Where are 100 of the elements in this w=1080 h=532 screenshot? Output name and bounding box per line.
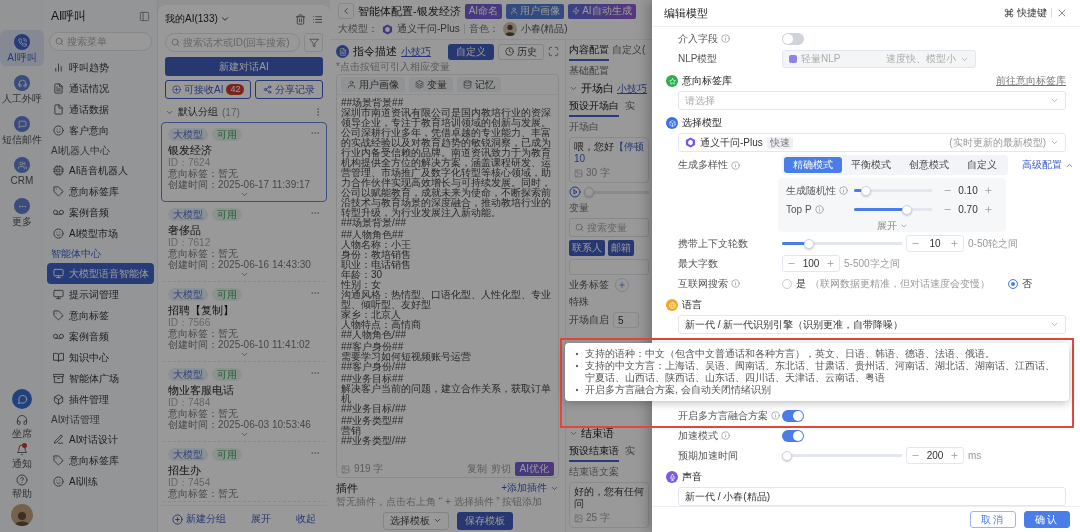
chevron-down-icon[interactable] (239, 270, 249, 279)
plus-button[interactable] (826, 259, 835, 268)
closing-tab[interactable]: 实 (625, 444, 635, 462)
menu-item[interactable]: 通话数据 (47, 99, 154, 120)
closing-text-field[interactable]: 好的，您有任何问 25 字 (569, 482, 649, 528)
menu-item[interactable]: AI对话设计 (47, 429, 154, 450)
menu-item[interactable]: 案例音频 (47, 326, 154, 347)
add-tag-button[interactable] (615, 278, 629, 292)
add-plugin-button[interactable]: +添加插件 (501, 481, 559, 495)
tip-link[interactable]: 小技巧 (401, 44, 431, 59)
slider-thumb[interactable] (804, 238, 814, 249)
share-record-button[interactable]: 分享记录 (255, 80, 323, 99)
variable-chip[interactable]: 联系人 (569, 240, 605, 256)
mode-option[interactable]: 精确模式 (784, 157, 842, 173)
slider-thumb[interactable] (782, 450, 792, 461)
play-icon[interactable] (569, 186, 581, 198)
menu-item[interactable]: 通话情况 (47, 78, 154, 99)
prompt-editor[interactable] (336, 74, 559, 478)
trash-icon[interactable] (295, 13, 306, 25)
back-button[interactable] (338, 3, 354, 19)
context-stepper[interactable]: 10 (906, 235, 964, 252)
mode-option[interactable]: 平衡模式 (842, 157, 900, 173)
opening-text-field[interactable]: 喂，您好【停顿10 30 字 (569, 137, 649, 183)
avatar-icon[interactable] (11, 504, 33, 526)
speedup-stepper[interactable]: 200 (906, 447, 964, 464)
rail-item[interactable]: 人工外呼 (0, 71, 44, 107)
menu-item[interactable]: 知识中心 (47, 347, 154, 368)
header-tag-button[interactable]: AI自动生成 (568, 3, 636, 19)
toggle-switch[interactable] (782, 409, 804, 422)
param-stepper[interactable]: 0.10 (938, 182, 998, 199)
closing-tab[interactable]: 预设结束语 (569, 444, 619, 462)
expand-button[interactable]: 展开 (876, 220, 908, 231)
menu-item[interactable]: 意向标签库 (47, 181, 154, 202)
header-tag-button[interactable]: AI命名 (464, 3, 503, 19)
insert-button[interactable]: 用户画像 (341, 77, 405, 92)
template-select[interactable]: 选择模板 (382, 511, 449, 530)
save-template-button[interactable]: 保存模板 (456, 511, 513, 530)
tip-link[interactable]: 小技巧 (617, 81, 647, 96)
insert-button[interactable]: 变量 (409, 77, 453, 92)
insert-button[interactable]: 记忆 (457, 77, 501, 92)
chevron-down-icon[interactable] (569, 84, 578, 93)
menu-item[interactable]: 插件管理 (47, 389, 154, 410)
history-button[interactable]: 历史 (498, 43, 544, 60)
config-tab[interactable]: 自定义( (612, 43, 646, 61)
plus-button[interactable] (950, 451, 959, 460)
menu-item[interactable]: 大模型语音智能体 (47, 263, 154, 284)
sidebar-icon[interactable] (139, 10, 150, 22)
menu-item[interactable]: 意向标签 (47, 305, 154, 326)
rail-item[interactable]: 帮助 (12, 474, 32, 499)
rail-item[interactable]: 更多 (0, 194, 44, 230)
menu-item[interactable]: 案例音频 (47, 202, 154, 223)
mode-option[interactable]: 创意模式 (900, 157, 958, 173)
fullscreen-icon[interactable] (548, 46, 559, 57)
model-select[interactable]: 通义千问-Plus 快速 (实时更新的最新模型) (678, 133, 1066, 152)
header-tag-button[interactable]: 用户画像 (506, 3, 565, 19)
radio-button[interactable] (1008, 278, 1018, 289)
new-group-button[interactable]: 新建分组 (171, 512, 226, 526)
intent-library-link[interactable]: 前往意向标签库 (996, 74, 1066, 88)
rail-item[interactable]: 通知 (12, 444, 32, 469)
close-icon[interactable] (1056, 7, 1068, 19)
menu-item[interactable]: AI训练 (47, 471, 154, 492)
collapse-button[interactable]: 收起 (296, 512, 317, 526)
toggle-switch[interactable] (782, 32, 804, 45)
opening-tab[interactable]: 预设开场白 (569, 99, 619, 117)
list-title-dropdown[interactable]: 我的AI(133) (165, 12, 230, 26)
toggle-switch[interactable] (782, 429, 804, 442)
expand-button[interactable]: 展开 (251, 512, 271, 526)
new-ai-button[interactable]: 新建对话AI (165, 57, 323, 76)
filter-button[interactable] (304, 33, 323, 52)
menu-item[interactable]: 提示词管理 (47, 284, 154, 305)
rail-item[interactable]: CRM (0, 153, 44, 189)
menu-item[interactable]: 意向标签库 (47, 450, 154, 471)
audio-slider[interactable] (584, 187, 649, 197)
rail-item[interactable]: AI呼叫 (0, 30, 44, 66)
menu-item[interactable]: 呼叫趋势 (47, 57, 154, 78)
slider-thumb[interactable] (860, 185, 871, 196)
chevron-down-icon[interactable] (239, 430, 249, 439)
chevron-down-icon[interactable] (569, 429, 578, 438)
custom-button[interactable]: 自定义 (448, 43, 494, 60)
menu-item[interactable]: 客户意向 (47, 120, 154, 141)
chevron-down-icon[interactable] (239, 350, 249, 359)
max-chars-stepper[interactable]: 100 (782, 255, 840, 272)
ai-optimize-button[interactable]: AI优化 (514, 462, 554, 476)
advanced-config-button[interactable]: 高级配置 (1022, 158, 1074, 172)
voice-field[interactable]: 新一代 / 小春(精品) (678, 487, 1066, 506)
config-tab[interactable]: 内容配置 (569, 43, 609, 61)
receive-ai-button[interactable]: 可接收AI 42 (165, 80, 252, 99)
menu-item[interactable]: AI模型市场 (47, 223, 154, 244)
rail-item[interactable]: 短信邮件 (0, 112, 44, 148)
chat-logo-icon[interactable] (12, 389, 32, 409)
language-select[interactable]: 新一代 / 新一代识别引擎（识别更准，自带降噪） (678, 315, 1066, 334)
opening-tab[interactable]: 实 (625, 99, 635, 117)
slider-thumb[interactable] (584, 187, 594, 197)
cancel-button[interactable]: 取消 (970, 511, 1016, 528)
plus-button[interactable] (950, 239, 959, 248)
mode-option[interactable]: 自定义 (958, 157, 1006, 173)
shortcut-button[interactable]: 快捷键 (1004, 6, 1047, 20)
rail-item[interactable]: 坐席 (12, 414, 32, 439)
confirm-button[interactable]: 确认 (1024, 511, 1070, 528)
plus-button[interactable] (984, 205, 993, 214)
